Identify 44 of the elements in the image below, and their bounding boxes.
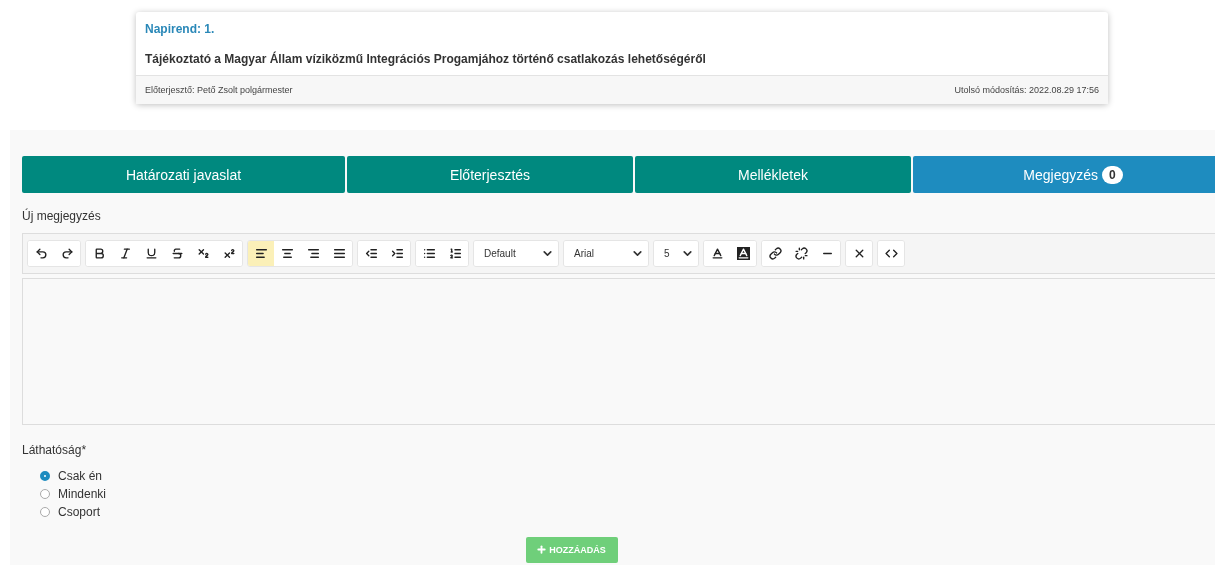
subscript-icon	[196, 247, 210, 260]
toolbar-button[interactable]	[878, 241, 904, 266]
radio-label: Mindenki	[58, 487, 107, 501]
field-label: Új megjegyzés	[22, 209, 102, 223]
align-right-icon	[306, 247, 320, 260]
dropdown[interactable]: Default	[474, 241, 558, 266]
underline-icon	[144, 247, 158, 260]
radio-button[interactable]	[40, 489, 50, 499]
count-badge: 0	[1102, 165, 1123, 184]
dropdown[interactable]: Arial	[564, 241, 648, 266]
radio-button[interactable]	[40, 471, 50, 481]
superscript-icon	[222, 247, 236, 260]
tab[interactable]: Megjegyzés 0	[913, 156, 1215, 193]
toolbar-button[interactable]	[846, 241, 872, 266]
numbered-list-icon	[448, 247, 462, 260]
toolbar-button[interactable]	[248, 241, 274, 266]
align-left-icon	[254, 247, 268, 260]
outdent-icon	[364, 247, 378, 260]
link-icon	[768, 247, 782, 260]
tab[interactable]: Mellékletek	[635, 156, 911, 193]
tab[interactable]: Határozati javaslat	[22, 156, 345, 193]
radio-button[interactable]	[40, 507, 50, 517]
redo-icon	[60, 247, 74, 260]
text-color-icon	[710, 247, 724, 260]
presenter-text: Előterjesztő: Pető Zsolt polgármester	[145, 85, 293, 95]
agenda-number: Napirend: 1.	[145, 22, 216, 36]
tab[interactable]: Előterjesztés	[347, 156, 633, 193]
code-icon	[884, 247, 898, 260]
radio-label: Csoport	[58, 505, 101, 519]
bullet-list-icon	[422, 247, 436, 260]
modified-date: Utolsó módosítás: 2022.08.29 17:56	[954, 85, 1099, 95]
radio-label: Csak én	[58, 469, 103, 483]
italic-icon	[118, 247, 132, 260]
align-center-icon	[280, 247, 294, 260]
undo-icon	[34, 247, 48, 260]
dropdown[interactable]: 5	[654, 241, 698, 266]
strikethrough-icon	[170, 247, 184, 260]
field-label: Láthatóság*	[22, 443, 88, 457]
indent-icon	[390, 247, 404, 260]
highlight-icon	[736, 247, 750, 260]
plus-icon	[536, 544, 548, 555]
agenda-title: Tájékoztató a Magyar Állam víziközmű Integrációs Progamjához történő csatlakozás lehetőségéről	[145, 52, 707, 66]
justify-icon	[332, 247, 346, 260]
unlink-icon	[794, 247, 808, 260]
